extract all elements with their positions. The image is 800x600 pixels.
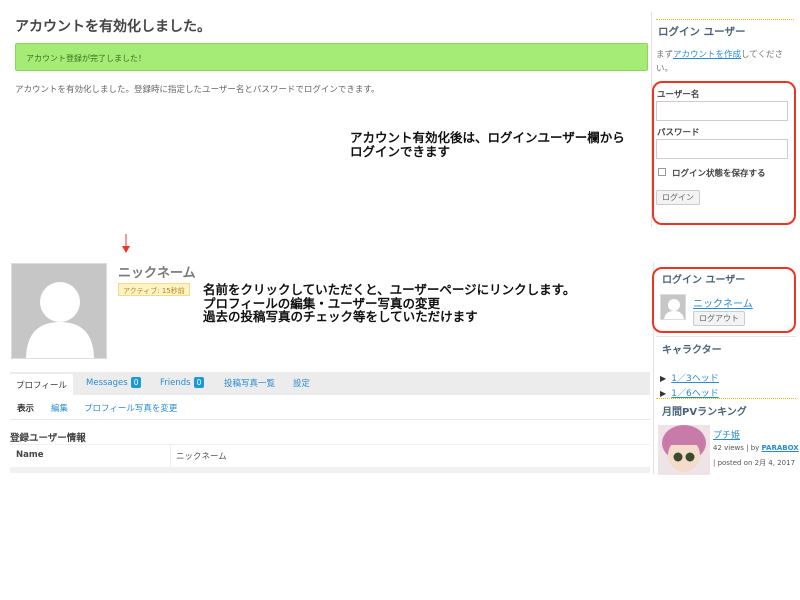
logout-button[interactable]: ログアウト [693, 311, 745, 326]
tab-label: Friends [160, 378, 191, 388]
login-button[interactable]: ログイン [656, 190, 700, 205]
profile-nickname[interactable]: ニックネーム [118, 262, 196, 281]
small-avatar[interactable] [660, 294, 686, 320]
posted-date: | posted on 2月 4, 2017 [713, 459, 796, 467]
desc-prefix: まず [656, 50, 674, 60]
author-link[interactable]: PARABOX [762, 444, 799, 452]
field-key: Name [16, 450, 44, 460]
user-silhouette-icon [664, 299, 684, 319]
login-annotation-line: アカウント有効化後は、ログインユーザー欄から [350, 130, 625, 145]
logged-in-widget-title: ログイン ユーザー [662, 275, 746, 286]
character-widget-title: キャラクター [662, 345, 722, 356]
widget-divider [656, 398, 796, 399]
ranking-item-link[interactable]: プチ姫 [713, 428, 740, 441]
create-account-link[interactable]: アカウントを作成 [673, 50, 741, 60]
table-row-stripe [10, 467, 650, 473]
ranking-item-meta: 42 views | by PARABOX [713, 444, 799, 452]
triangle-right-icon: ▶ [660, 389, 667, 398]
tab-messages[interactable]: Messages 0 [86, 377, 142, 388]
ranking-thumbnail[interactable] [658, 425, 710, 475]
subtab-divider [10, 419, 650, 420]
remember-row: ログイン状態を保存する [658, 167, 765, 179]
login-widget-description: まずアカウントを作成してください。 [656, 48, 796, 76]
field-value: ニックネーム [176, 452, 227, 462]
profile-annotation-line: 名前をクリックしていただくと、ユーザーページにリンクします。 [203, 282, 576, 297]
tab-label: プロフィール [16, 381, 67, 391]
login-annotation: アカウント有効化後は、ログインユーザー欄から ログインできます [350, 131, 650, 159]
password-label: パスワード [657, 128, 700, 138]
remember-checkbox[interactable] [658, 168, 666, 176]
subtab-change-photo[interactable]: プロフィール写真を変更 [84, 402, 177, 414]
widget-divider [656, 19, 794, 20]
tab-profile[interactable]: プロフィール [10, 374, 73, 395]
friends-count-badge: 0 [193, 377, 205, 388]
by-separator: | by [746, 444, 760, 452]
arrow-down-icon [122, 234, 130, 253]
tab-label: Messages [86, 378, 128, 388]
ranking-widget-title: 月間PVランキング [662, 407, 747, 418]
table-row [10, 444, 650, 467]
tab-friends[interactable]: Friends 0 [160, 377, 205, 388]
views-count: 42 views [713, 444, 744, 452]
profile-annotation-line: 過去の投稿写真のチェック等をしていただけます [203, 309, 478, 324]
doll-photo-icon [658, 425, 710, 475]
logged-in-user-link[interactable]: ニックネーム [693, 295, 753, 310]
avatar[interactable] [11, 263, 107, 359]
login-annotation-line: ログインできます [350, 144, 451, 159]
tab-photos[interactable]: 投稿写真一覧 [224, 377, 275, 389]
page-title: アカウントを有効化しました。 [15, 19, 211, 35]
subtab-view[interactable]: 表示 [17, 402, 34, 414]
username-label: ユーザー名 [657, 90, 700, 100]
user-silhouette-icon [12, 264, 106, 358]
profile-annotation: 名前をクリックしていただくと、ユーザーページにリンクします。 プロフィールの編集… [203, 283, 623, 324]
profile-annotation-line: プロフィールの編集・ユーザー写真の変更 [203, 295, 441, 311]
username-input[interactable] [656, 101, 788, 121]
widget-divider [656, 336, 796, 337]
tab-settings[interactable]: 設定 [293, 377, 310, 389]
table-column-divider [170, 444, 171, 467]
activation-message: アカウントを有効化しました。登録時に指定したユーザー名とパスワードでログインでき… [15, 85, 380, 95]
remember-label: ログイン状態を保存する [671, 169, 766, 179]
active-status-badge: アクティブ: 15秒前 [118, 283, 190, 296]
login-widget-title: ログイン ユーザー [658, 26, 746, 38]
subtab-edit[interactable]: 編集 [51, 402, 68, 414]
section-title: 登録ユーザー情報 [10, 433, 86, 444]
profile-tabs: プロフィール Messages 0 Friends 0 投稿写真一覧 設定 [10, 372, 650, 395]
messages-count-badge: 0 [130, 377, 142, 388]
success-alert: アカウント登録が完了しました！ [15, 43, 648, 71]
password-input[interactable] [656, 139, 788, 159]
